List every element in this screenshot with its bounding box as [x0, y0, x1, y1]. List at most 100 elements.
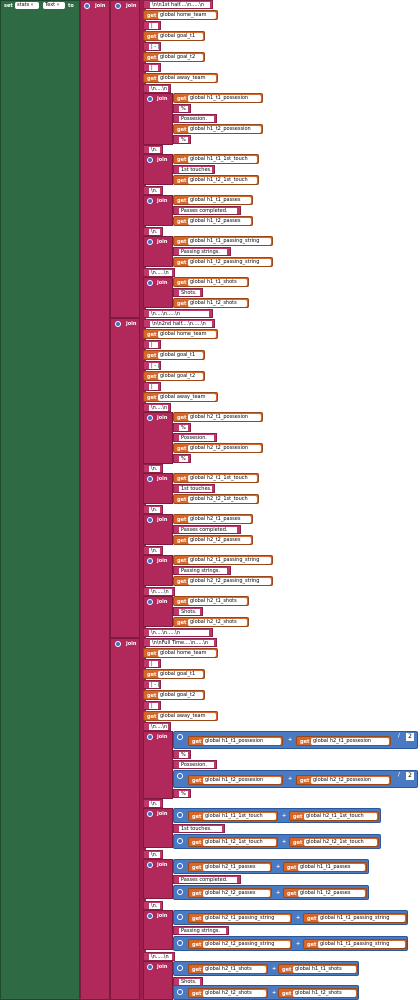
get-block[interactable]: get global h2_t1_shots	[188, 964, 268, 974]
text-block[interactable]: \n....\n	[143, 403, 171, 412]
variable-dropdown[interactable]: global h1_t2_possession	[188, 126, 261, 133]
divide-block[interactable]: get global h1_t1_possesion + get global h2…	[173, 731, 418, 749]
text-block[interactable]: \n.	[143, 850, 163, 859]
get-block[interactable]: get global h2_t2_possesion	[296, 775, 391, 785]
join-block[interactable]: join	[143, 910, 173, 950]
variable-dropdown[interactable]: global h1_t1_passes	[188, 197, 251, 204]
get-block[interactable]: get global h1_t1_passes	[283, 862, 367, 872]
get-block[interactable]: get global h1_t1_shots	[278, 964, 358, 974]
get-block[interactable]: get global h2_t2_shots	[173, 617, 249, 627]
text-block[interactable]: Possesion.	[173, 760, 217, 769]
variable-dropdown[interactable]: global h1_t1_1st_touch	[188, 156, 257, 163]
text-block[interactable]: \n.....\n	[143, 587, 175, 596]
get-block[interactable]: get global away_team	[143, 392, 218, 402]
text-block[interactable]: \n.	[143, 227, 163, 236]
add-block[interactable]: get global h1_t2_1st_touch + get global h2…	[173, 834, 381, 849]
get-block[interactable]: get global h1_t1_passing_string	[173, 236, 273, 246]
gear-icon[interactable]	[84, 3, 90, 9]
text-block[interactable]: | - |	[143, 42, 161, 51]
get-block[interactable]: get global h1_t2_shots	[173, 298, 249, 308]
text-block[interactable]: %	[173, 135, 191, 144]
variable-dropdown[interactable]: global h1_t1_passing_string	[188, 238, 271, 245]
get-block[interactable]: get global goal_t2	[143, 690, 205, 700]
add-block[interactable]: get global h2_t1_passing_string + get glob…	[173, 910, 408, 925]
variable-dropdown[interactable]: global h2_t1_1st_touch	[188, 475, 257, 482]
variable-dropdown[interactable]: global h2_t1_passes	[203, 864, 270, 871]
gear-icon[interactable]	[147, 913, 153, 919]
get-block[interactable]: get global h2_t2_1st_touch	[289, 837, 379, 847]
join-block[interactable]: join	[143, 473, 173, 504]
join-block[interactable]: join	[143, 412, 173, 464]
variable-dropdown[interactable]: global h1_t1_passing_string	[318, 941, 405, 948]
variable-dropdown[interactable]: global away_team	[158, 713, 216, 720]
get-block[interactable]: get global h1_t2_shots	[278, 988, 358, 998]
text-block[interactable]: | - |	[143, 680, 161, 689]
variable-dropdown[interactable]: global h1_t2_passes	[188, 218, 251, 225]
get-block[interactable]: get global h2_t1_possesion	[296, 736, 391, 746]
gear-icon[interactable]	[177, 773, 183, 779]
get-block[interactable]: get global h2_t2_shots	[188, 988, 268, 998]
join-block[interactable]: join	[143, 277, 173, 308]
variable-dropdown[interactable]: global h2_t2_passing_string	[203, 941, 290, 948]
join-block[interactable]: join	[143, 195, 173, 226]
add-block[interactable]: get global h1_t1_1st_touch + get global h2…	[173, 808, 381, 823]
variable-dropdown[interactable]: global h2_t2_1st_touch	[304, 839, 377, 846]
gear-icon[interactable]	[177, 889, 183, 895]
get-block[interactable]: get global h1_t1_shots	[173, 277, 249, 287]
get-block[interactable]: get global h1_t2_passes	[173, 216, 253, 226]
variable-dropdown[interactable]: global h1_t2_shots	[293, 990, 356, 997]
variable-dropdown[interactable]: global home_team	[158, 650, 216, 657]
outer-join-block[interactable]: join	[80, 0, 110, 1000]
variable-dropdown[interactable]: global h2_t2_passes	[188, 537, 251, 544]
variable-dropdown[interactable]: global h2_t1_shots	[203, 966, 266, 973]
add-block[interactable]: get global h2_t1_shots + get global h1_t1_…	[173, 961, 359, 976]
get-block[interactable]: get global away_team	[143, 711, 218, 721]
variable-dropdown[interactable]: global h2_t2_shots	[203, 990, 266, 997]
gear-icon[interactable]	[147, 96, 153, 102]
number-field[interactable]: 2	[406, 733, 414, 741]
gear-icon[interactable]	[147, 599, 153, 605]
gear-icon[interactable]	[147, 862, 153, 868]
variable-dropdown[interactable]: global h1_t2_possesion	[203, 777, 281, 784]
text-block[interactable]: \n.	[143, 546, 163, 555]
gear-icon[interactable]	[147, 415, 153, 421]
variable-dropdown[interactable]: global h2_t1_shots	[188, 598, 247, 605]
variable-dropdown[interactable]: global h2_t2_possesion	[188, 445, 261, 452]
variable-dropdown[interactable]: global h1_t1_shots	[293, 966, 356, 973]
join-block[interactable]: join	[143, 236, 173, 267]
get-block[interactable]: get global h2_t2_passes	[173, 535, 253, 545]
get-block[interactable]: get global h2_t1_passes	[188, 862, 272, 872]
get-block[interactable]: get global home_team	[143, 329, 218, 339]
get-block[interactable]: get global h2_t2_possesion	[173, 443, 263, 453]
variable-dropdown[interactable]: stats ▾	[15, 2, 39, 9]
variable-dropdown[interactable]: global h1_t2_1st_touch	[203, 839, 276, 846]
variable-dropdown[interactable]: global goal_t1	[158, 33, 203, 40]
add-block[interactable]: get global h2_t2_passes + get global h1_t2…	[173, 885, 369, 900]
gear-icon[interactable]	[177, 838, 183, 844]
add-block[interactable]: get global h2_t1_passes + get global h1_t1…	[173, 859, 369, 874]
variable-dropdown[interactable]: global h1_t2_passing_string	[188, 259, 271, 266]
text-block[interactable]: Passing strings.	[173, 926, 229, 935]
variable-dropdown[interactable]: global h1_t1_passing_string	[318, 915, 405, 922]
variable-dropdown[interactable]: global away_team	[158, 75, 216, 82]
join-block[interactable]: join	[143, 731, 173, 799]
variable-dropdown[interactable]: global goal_t1	[158, 671, 203, 678]
variable-dropdown[interactable]: global h2_t1_passing_string	[188, 557, 271, 564]
get-block[interactable]: get global goal_t1	[143, 350, 205, 360]
variable-dropdown[interactable]: global home_team	[158, 331, 216, 338]
text-block[interactable]: \n.	[143, 145, 163, 154]
join-block[interactable]: join	[143, 808, 173, 848]
text-block[interactable]: \n.....\n	[143, 952, 175, 961]
get-block[interactable]: get global h2_t2_passing_string	[188, 939, 292, 949]
text-block[interactable]: \n.	[143, 464, 163, 473]
get-block[interactable]: get global h1_t2_1st_touch	[173, 175, 259, 185]
h2-header-text[interactable]: \n\n2nd half....\n.....\n	[143, 319, 215, 328]
text-block[interactable]: |	[143, 659, 161, 668]
h2-join-block[interactable]: join	[110, 318, 140, 638]
get-block[interactable]: get global h1_t1_passing_string	[303, 913, 407, 923]
gear-icon[interactable]	[147, 198, 153, 204]
text-block[interactable]: \n.....\n	[143, 268, 175, 277]
join-block[interactable]: join	[143, 514, 173, 545]
h1-join-block[interactable]: join	[110, 0, 140, 318]
text-block[interactable]: |	[143, 63, 161, 72]
